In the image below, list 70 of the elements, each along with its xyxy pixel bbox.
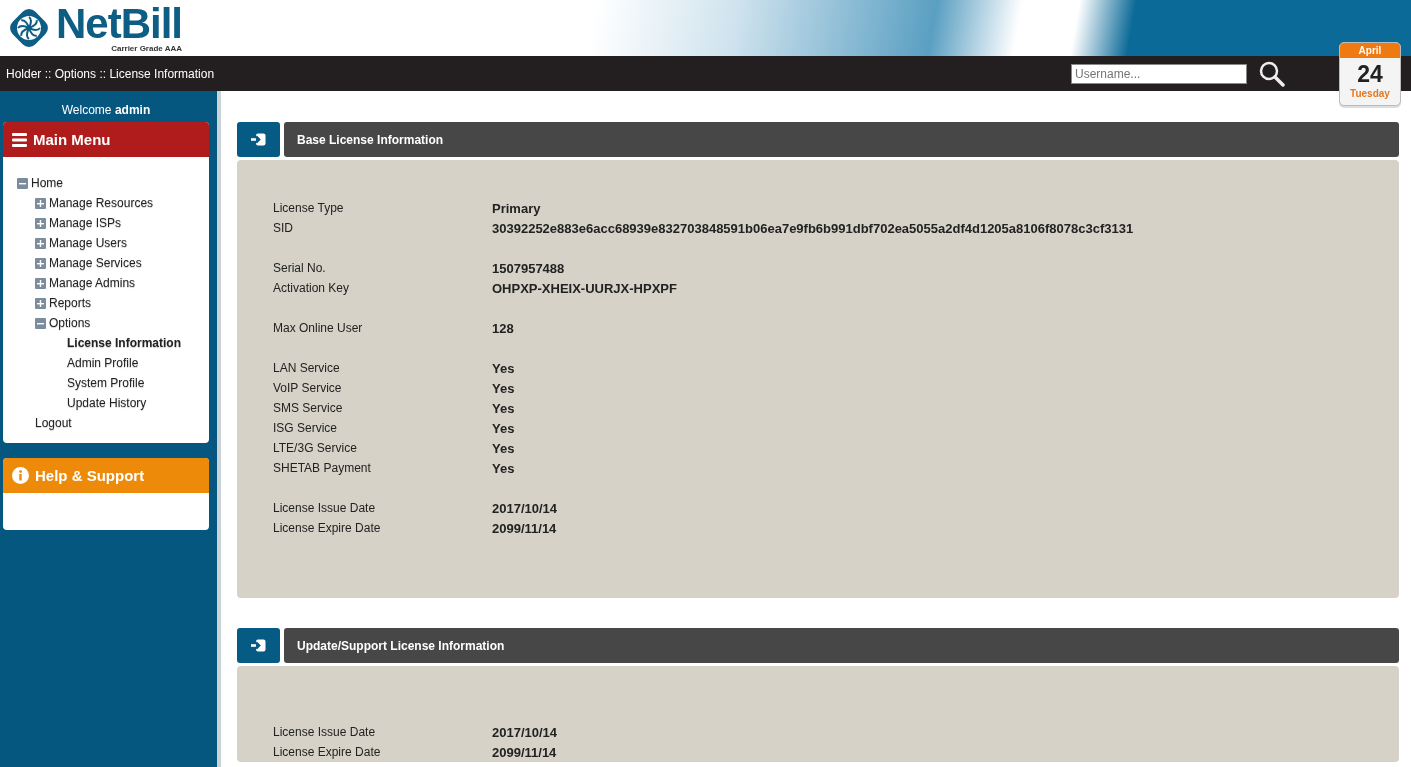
welcome-text: Welcome admin <box>60 103 152 117</box>
field-value: 2017/10/14 <box>492 500 558 516</box>
field-label: SHETAB Payment <box>273 461 372 475</box>
panel-icon-button[interactable] <box>237 628 280 663</box>
field-label: Activation Key <box>273 281 351 295</box>
field-label: License Type <box>273 201 345 215</box>
collapse-icon[interactable] <box>17 177 28 189</box>
menu-item[interactable]: Manage Users <box>49 236 128 250</box>
collapse-icon[interactable] <box>35 317 46 329</box>
main-menu-title: Main Menu <box>33 131 111 148</box>
field-value: Yes <box>492 420 515 436</box>
field-label: License Issue Date <box>273 501 377 515</box>
menu-item[interactable]: Update History <box>67 396 147 410</box>
menu-item[interactable]: Manage Admins <box>49 276 136 290</box>
field-label: SID <box>273 221 294 235</box>
field-label: Serial No. <box>273 261 327 275</box>
field-value: Yes <box>492 460 515 476</box>
expand-icon[interactable] <box>35 257 46 269</box>
field-label: ISG Service <box>273 421 339 435</box>
info-icon <box>12 467 29 484</box>
expand-icon[interactable] <box>35 237 46 249</box>
menu-item[interactable]: Manage Services <box>49 256 142 270</box>
field-label: License Expire Date <box>273 521 382 535</box>
field-value: 2099/11/14 <box>492 520 557 536</box>
menu-icon <box>12 132 27 147</box>
search-field[interactable]: Username... <box>1071 63 1247 84</box>
field-value: 128 <box>492 320 514 336</box>
menu-item[interactable]: Reports <box>49 296 92 310</box>
field-value: 1507957488 <box>492 260 565 276</box>
field-value: 2017/10/14 <box>492 724 558 740</box>
field-value: Yes <box>492 400 515 416</box>
field-label: LAN Service <box>273 361 341 375</box>
field-label: SMS Service <box>273 401 344 415</box>
logo-tagline: Carrier Grade AAA <box>111 45 182 53</box>
menu-item[interactable]: Manage ISPs <box>49 216 122 230</box>
logo-text: NetBill <box>56 3 182 45</box>
field-value: Yes <box>492 380 515 396</box>
enter-icon <box>251 639 266 652</box>
field-value: Yes <box>492 440 515 456</box>
field-value: OHPXP-XHEIX-UURJX-HPXPF <box>492 280 677 296</box>
menu-item[interactable]: License Information <box>67 336 182 350</box>
menu-item[interactable]: System Profile <box>67 376 145 390</box>
menu-item[interactable]: Home <box>31 176 63 190</box>
field-label: License Issue Date <box>273 725 377 739</box>
search-button[interactable] <box>1259 60 1285 87</box>
calendar-weekday: Tuesday <box>1350 88 1390 99</box>
field-value: 2099/11/14 <box>492 744 557 760</box>
calendar-month: April <box>1340 43 1400 58</box>
menu-item[interactable]: Options <box>49 316 91 330</box>
field-label: License Expire Date <box>273 745 382 759</box>
help-title: Help & Support <box>35 467 145 484</box>
field-label: LTE/3G Service <box>273 441 358 455</box>
menu-item[interactable]: Manage Resources <box>49 196 154 210</box>
expand-icon[interactable] <box>35 297 46 309</box>
calendar-day: 24 <box>1357 61 1383 88</box>
field-label: VoIP Service <box>273 381 343 395</box>
menu-item[interactable]: Admin Profile <box>67 356 139 370</box>
expand-icon[interactable] <box>35 197 46 209</box>
enter-icon <box>251 133 266 146</box>
field-value: 30392252e883e6acc68939e832703848591b06ea7e9fb6b991dbf702ea5055a2df4d1205a8106f8078c3cf3131 <box>492 220 1134 236</box>
panel-title: Base License Information <box>284 122 1399 157</box>
expand-icon[interactable] <box>35 217 46 229</box>
field-value: Yes <box>492 360 515 376</box>
panel-icon-button[interactable] <box>237 122 280 157</box>
field-value: Primary <box>492 200 541 216</box>
breadcrumb: Holder :: Options :: License Information <box>6 66 216 81</box>
expand-icon[interactable] <box>35 277 46 289</box>
panel-title: Update/Support License Information <box>284 628 1399 663</box>
field-label: Max Online User <box>273 321 364 335</box>
menu-item[interactable]: Logout <box>35 416 72 430</box>
